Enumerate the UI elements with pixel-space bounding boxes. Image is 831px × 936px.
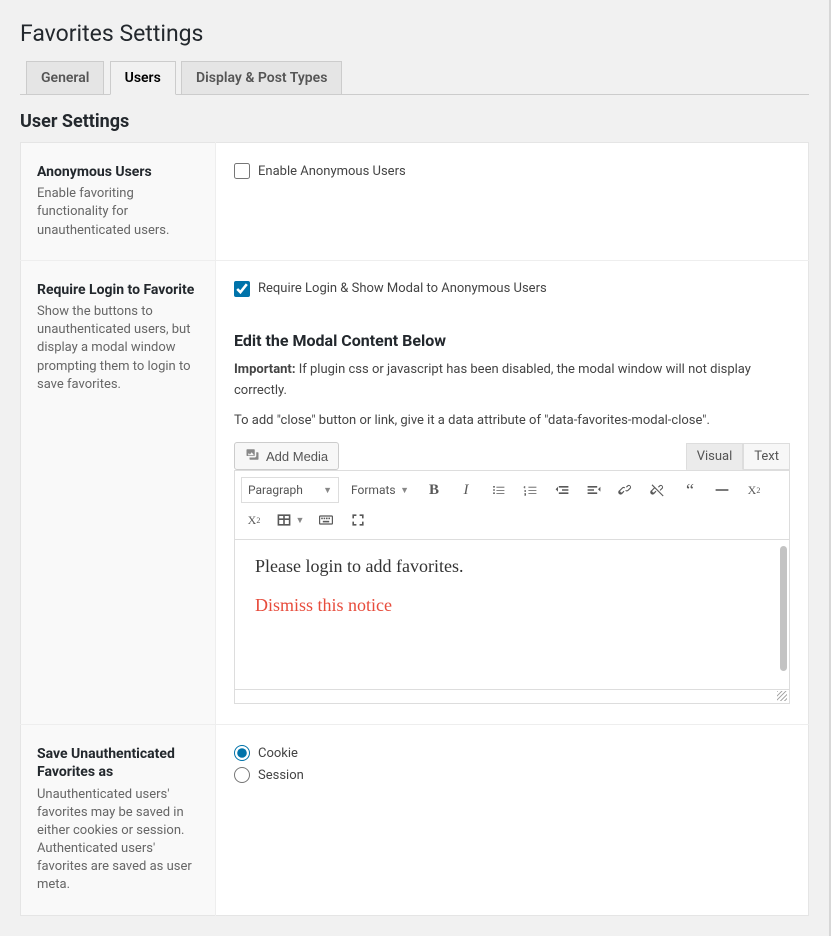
editor-tab-visual[interactable]: Visual xyxy=(686,443,744,470)
require-login-title: Require Login to Favorite xyxy=(37,281,199,299)
superscript-button[interactable]: X2 xyxy=(241,507,267,533)
page-title: Favorites Settings xyxy=(20,20,809,47)
bullet-list-button[interactable] xyxy=(485,477,511,503)
save-cookie-label[interactable]: Cookie xyxy=(234,745,298,761)
important-label: Important: xyxy=(234,362,296,377)
tab-users[interactable]: Users xyxy=(110,61,176,95)
close-attribute-note: To add "close" button or link, give it a… xyxy=(234,411,790,432)
horizontal-rule-button[interactable] xyxy=(709,477,735,503)
indent-button[interactable] xyxy=(581,477,607,503)
row-require-login: Require Login to Favorite Show the butto… xyxy=(21,260,809,724)
save-session-radio[interactable] xyxy=(234,767,250,783)
formats-dropdown[interactable]: Formats▼ xyxy=(345,477,415,503)
tab-display-post-types[interactable]: Display & Post Types xyxy=(181,61,342,95)
unlink-button[interactable] xyxy=(645,477,671,503)
save-cookie-text: Cookie xyxy=(258,746,298,761)
table-button[interactable]: ▼ xyxy=(273,507,307,533)
editor-tab-text[interactable]: Text xyxy=(743,443,790,470)
add-media-label: Add Media xyxy=(266,449,328,464)
enable-anonymous-text: Enable Anonymous Users xyxy=(258,164,406,179)
important-text: If plugin css or javascript has been dis… xyxy=(234,362,751,398)
important-note: Important: If plugin css or javascript h… xyxy=(234,360,790,402)
save-unauth-desc: Unauthenticated users' favorites may be … xyxy=(37,786,199,895)
scrollbar[interactable] xyxy=(780,546,787,671)
anonymous-users-title: Anonymous Users xyxy=(37,163,199,181)
enable-anonymous-checkbox[interactable] xyxy=(234,163,250,179)
caret-down-icon: ▼ xyxy=(400,485,409,496)
editor-mode-tabs: Visual Text xyxy=(686,443,790,470)
subscript-button[interactable]: X2 xyxy=(741,477,767,503)
settings-tabs: General Users Display & Post Types xyxy=(20,61,809,95)
italic-button[interactable]: I xyxy=(453,477,479,503)
editor-status-bar xyxy=(234,690,790,704)
number-list-button[interactable] xyxy=(517,477,543,503)
save-unauth-title: Save Unauthenticated Favorites as xyxy=(37,745,199,781)
caret-down-icon: ▼ xyxy=(296,515,305,525)
modal-content-heading: Edit the Modal Content Below xyxy=(234,331,790,350)
require-login-checkbox[interactable] xyxy=(234,281,250,297)
enable-anonymous-checkbox-label[interactable]: Enable Anonymous Users xyxy=(234,163,406,179)
user-settings-table: Anonymous Users Enable favoriting functi… xyxy=(20,142,809,916)
modal-body-text[interactable]: Please login to add favorites. xyxy=(255,556,769,577)
row-anonymous-users: Anonymous Users Enable favoriting functi… xyxy=(21,143,809,261)
caret-down-icon: ▼ xyxy=(323,485,332,496)
fullscreen-button[interactable] xyxy=(345,507,371,533)
anonymous-users-desc: Enable favoriting functionality for unau… xyxy=(37,185,199,240)
link-button[interactable] xyxy=(613,477,639,503)
dismiss-notice-link[interactable]: Dismiss this notice xyxy=(255,595,392,615)
save-session-label[interactable]: Session xyxy=(234,767,304,783)
paragraph-format-select[interactable]: Paragraph▼ xyxy=(241,477,339,503)
save-cookie-radio[interactable] xyxy=(234,745,250,761)
editor-content-area[interactable]: Please login to add favorites. Dismiss t… xyxy=(234,540,790,690)
require-login-checkbox-label[interactable]: Require Login & Show Modal to Anonymous … xyxy=(234,281,547,297)
editor-top-bar: Add Media Visual Text xyxy=(234,442,790,470)
media-icon xyxy=(245,447,260,465)
section-title: User Settings xyxy=(20,111,809,132)
resize-handle[interactable] xyxy=(777,691,787,701)
bold-button[interactable]: B xyxy=(421,477,447,503)
keyboard-button[interactable] xyxy=(313,507,339,533)
editor-toolbar: Paragraph▼ Formats▼ B I xyxy=(234,470,790,540)
row-save-unauth: Save Unauthenticated Favorites as Unauth… xyxy=(21,725,809,916)
blockquote-button[interactable]: “ xyxy=(677,477,703,503)
require-login-text: Require Login & Show Modal to Anonymous … xyxy=(258,281,547,296)
require-login-desc: Show the buttons to unauthenticated user… xyxy=(37,303,199,394)
tab-general[interactable]: General xyxy=(26,61,104,95)
outdent-button[interactable] xyxy=(549,477,575,503)
add-media-button[interactable]: Add Media xyxy=(234,442,339,470)
save-session-text: Session xyxy=(258,768,304,783)
